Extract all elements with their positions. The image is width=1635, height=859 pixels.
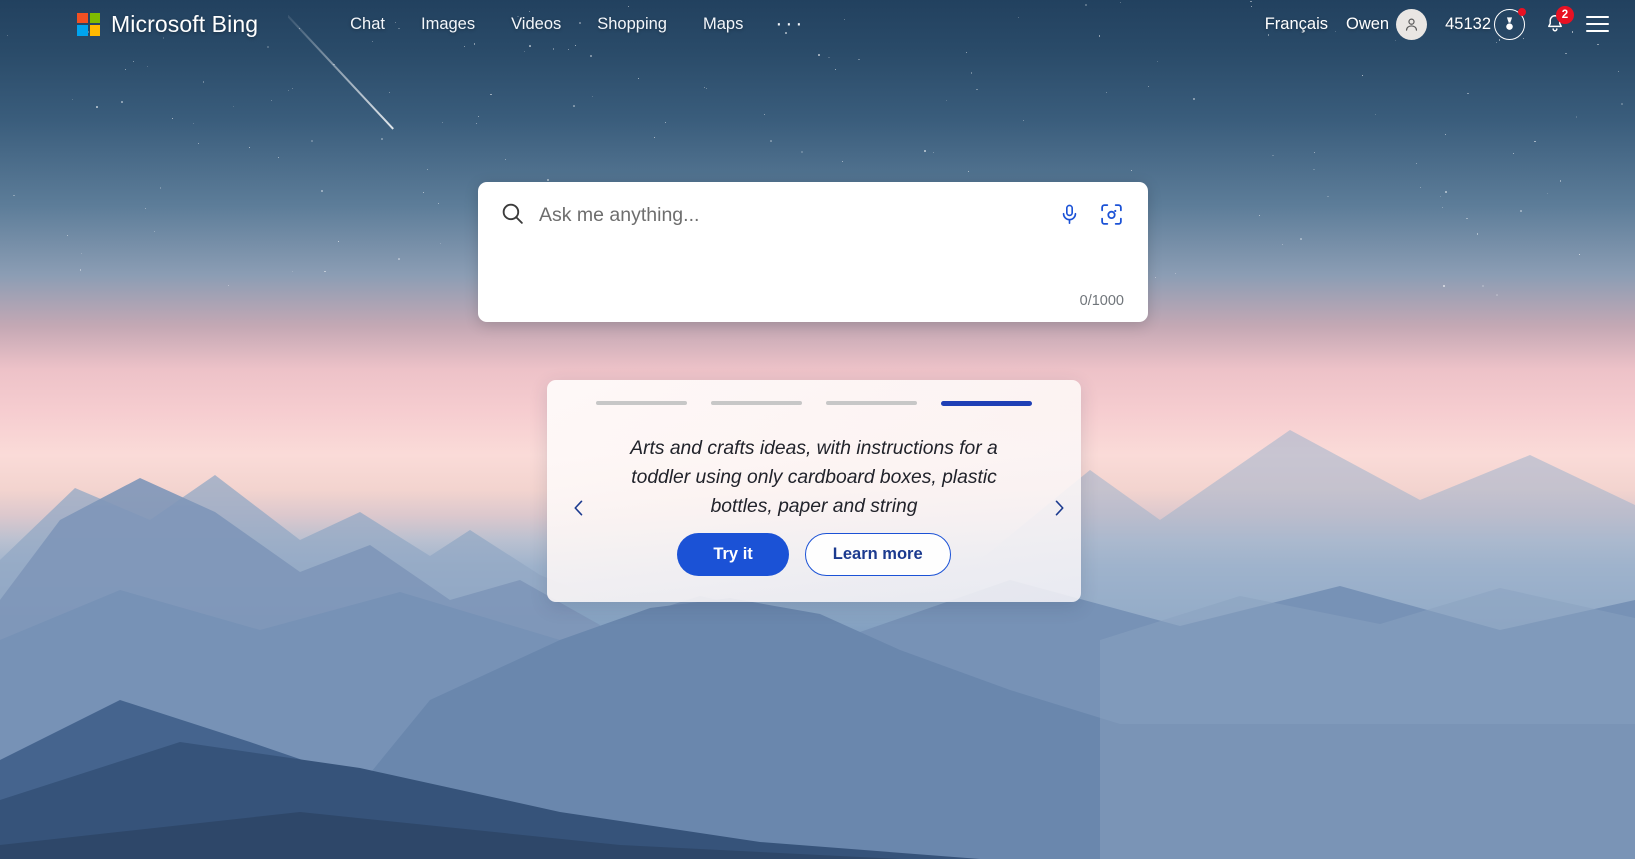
rewards-points-label: 45132 xyxy=(1445,14,1491,33)
rewards-new-dot xyxy=(1518,7,1526,16)
search-box[interactable]: 0/1000 xyxy=(478,182,1148,322)
hamburger-menu-icon[interactable] xyxy=(1576,8,1619,41)
try-it-button[interactable]: Try it xyxy=(677,533,789,576)
character-counter: 0/1000 xyxy=(1079,293,1124,309)
notification-count-badge: 2 xyxy=(1556,6,1574,24)
search-input-row xyxy=(478,182,1148,231)
hamburger-line-3 xyxy=(1586,30,1609,33)
bing-logo-link[interactable]: Microsoft Bing xyxy=(77,11,258,38)
header-right-cluster: Français Owen 45132 2 xyxy=(1256,4,1619,45)
logo-square-blue xyxy=(77,25,88,36)
hamburger-line-1 xyxy=(1586,15,1609,18)
carousel-next-chevron-icon[interactable] xyxy=(1042,491,1076,525)
username-label: Owen xyxy=(1346,14,1390,33)
carousel-indicators xyxy=(547,401,1081,406)
notifications-button[interactable]: 2 xyxy=(1534,6,1576,41)
search-icon xyxy=(500,201,525,231)
carousel-indicator-3[interactable] xyxy=(826,401,917,405)
suggestion-prompt-text: Arts and crafts ideas, with instructions… xyxy=(630,438,998,517)
carousel-buttons: Try it Learn more xyxy=(547,533,1081,576)
bing-homepage: Microsoft Bing Chat Images Videos Shoppi… xyxy=(0,0,1635,859)
nav-images[interactable]: Images xyxy=(403,9,493,40)
microsoft-logo-icon xyxy=(77,12,100,36)
learn-more-button[interactable]: Learn more xyxy=(804,533,951,576)
top-header-bar: Microsoft Bing Chat Images Videos Shoppi… xyxy=(0,0,1635,48)
nav-videos[interactable]: Videos xyxy=(493,9,579,40)
suggestion-carousel-card: Arts and crafts ideas, with instructions… xyxy=(547,380,1081,602)
logo-square-yellow xyxy=(89,25,100,36)
avatar xyxy=(1396,8,1428,40)
visual-search-camera-icon[interactable] xyxy=(1097,200,1126,229)
carousel-indicator-4[interactable] xyxy=(941,401,1032,406)
microphone-icon[interactable] xyxy=(1056,201,1083,228)
account-menu[interactable]: Owen xyxy=(1337,4,1436,45)
language-label: Français xyxy=(1264,14,1328,33)
nav-shopping[interactable]: Shopping xyxy=(579,9,685,40)
nav-maps[interactable]: Maps xyxy=(685,9,761,40)
carousel-indicator-1[interactable] xyxy=(596,401,687,405)
rewards-points-button[interactable]: 45132 xyxy=(1436,4,1534,45)
carousel-prev-chevron-icon[interactable] xyxy=(562,491,596,525)
search-action-icons xyxy=(1056,200,1126,229)
logo-square-green xyxy=(89,12,100,23)
primary-navigation: Chat Images Videos Shopping Maps ··· xyxy=(332,9,819,40)
nav-more-ellipsis-icon[interactable]: ··· xyxy=(761,11,819,37)
rewards-icon-wrap xyxy=(1494,7,1526,40)
search-input[interactable] xyxy=(539,201,1056,229)
logo-square-red xyxy=(77,12,88,23)
nav-chat[interactable]: Chat xyxy=(332,9,403,40)
hamburger-line-2 xyxy=(1586,22,1609,26)
brand-name-label: Microsoft Bing xyxy=(111,10,259,37)
carousel-indicator-2[interactable] xyxy=(711,401,802,405)
language-switcher[interactable]: Français xyxy=(1256,10,1337,39)
